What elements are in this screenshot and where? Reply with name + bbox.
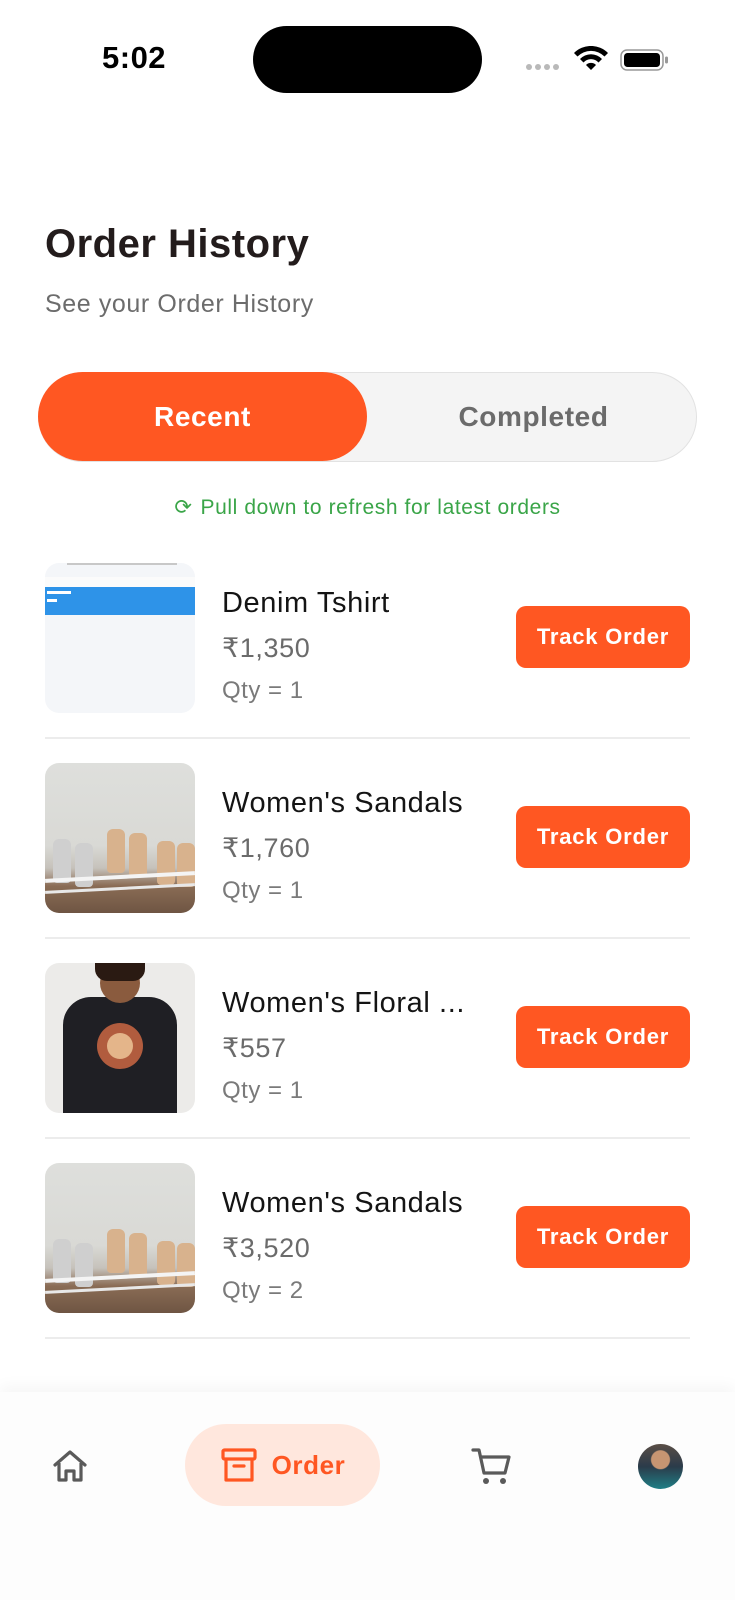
order-price: ₹557 (222, 1033, 287, 1063)
tab-recent[interactable]: Recent (38, 372, 367, 461)
order-price: ₹3,520 (222, 1233, 311, 1263)
cart-icon[interactable] (470, 1444, 514, 1488)
divider (45, 1337, 690, 1339)
order-item: Denim Tshirt ₹1,350 Qty = 1 Track Order (45, 563, 690, 767)
order-thumbnail (45, 963, 195, 1113)
order-item: Women's Sandals ₹3,520 Qty = 2 Track Ord… (45, 1163, 690, 1367)
home-icon[interactable] (50, 1446, 90, 1486)
refresh-hint-text: Pull down to refresh for latest orders (200, 496, 561, 519)
order-qty: Qty = 1 (222, 1077, 304, 1104)
page-subtitle: See your Order History (45, 290, 314, 318)
order-thumbnail (45, 1163, 195, 1313)
bottom-nav: Order (0, 1392, 735, 1600)
track-order-button[interactable]: Track Order (516, 1206, 690, 1268)
order-thumbnail (45, 563, 195, 713)
tab-completed[interactable]: Completed (369, 372, 698, 461)
divider (45, 737, 690, 739)
cellular-signal-icon (526, 64, 559, 70)
order-qty: Qty = 2 (222, 1277, 304, 1304)
order-qty: Qty = 1 (222, 677, 304, 704)
order-name: Women's Sandals (222, 787, 464, 819)
page-title: Order History (45, 222, 310, 266)
avatar[interactable] (638, 1444, 683, 1489)
track-order-button[interactable]: Track Order (516, 806, 690, 868)
nav-order-label: Order (271, 1449, 346, 1480)
nav-order-button[interactable]: Order (185, 1424, 380, 1506)
track-order-button[interactable]: Track Order (516, 606, 690, 668)
refresh-icon: ⟳ (174, 496, 193, 519)
status-time: 5:02 (102, 40, 167, 75)
order-qty: Qty = 1 (222, 877, 304, 904)
order-price: ₹1,350 (222, 633, 311, 663)
order-price: ₹1,760 (222, 833, 311, 863)
battery-icon (620, 49, 668, 71)
refresh-hint: ⟳ Pull down to refresh for latest orders (0, 495, 735, 520)
order-item: Women's Floral ... ₹557 Qty = 1 Track Or… (45, 963, 690, 1167)
order-name: Denim Tshirt (222, 587, 390, 619)
status-bar: 5:02 (0, 0, 735, 110)
order-status-tabs: Recent Completed (38, 372, 697, 462)
order-item: Women's Sandals ₹1,760 Qty = 1 Track Ord… (45, 763, 690, 967)
divider (45, 1137, 690, 1139)
dynamic-island (253, 26, 482, 93)
order-name: Women's Floral ... (222, 987, 466, 1019)
order-name: Women's Sandals (222, 1187, 464, 1219)
divider (45, 937, 690, 939)
order-box-icon (220, 1448, 257, 1482)
order-thumbnail (45, 763, 195, 913)
track-order-button[interactable]: Track Order (516, 1006, 690, 1068)
wifi-icon (574, 46, 608, 70)
